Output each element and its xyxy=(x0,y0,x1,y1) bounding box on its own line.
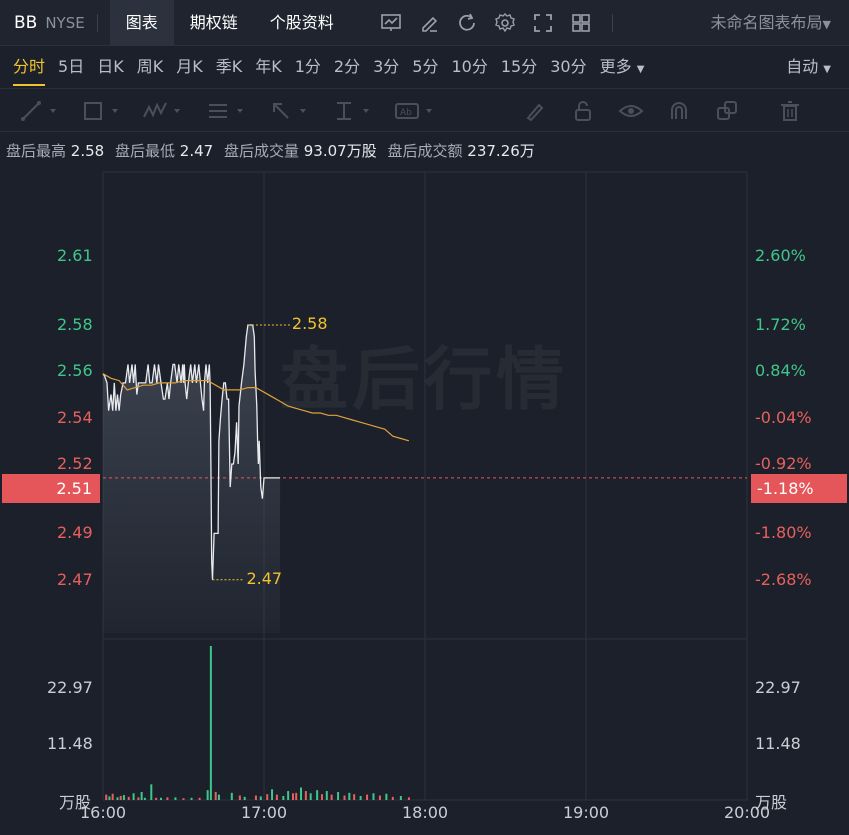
volume-bar xyxy=(359,795,362,800)
volume-bar xyxy=(217,794,220,800)
time-tick: 19:00 xyxy=(563,803,610,822)
price-tick-label: 2.49 xyxy=(57,523,93,543)
volume-tick-left: 11.48 xyxy=(47,734,93,753)
volume-bar xyxy=(150,784,153,800)
price-tick-label: 2.54 xyxy=(57,407,93,427)
volume-bar xyxy=(190,797,193,800)
volume-bar xyxy=(238,795,241,800)
volume-bar xyxy=(243,796,246,800)
volume-bar xyxy=(282,795,285,800)
volume-bar xyxy=(399,795,402,800)
volume-bar xyxy=(174,797,177,800)
volume-bar xyxy=(309,793,312,800)
volume-bar xyxy=(230,792,233,800)
volume-bar xyxy=(182,798,185,800)
percent-tick-label: -0.92% xyxy=(755,453,812,473)
volume-bar xyxy=(275,794,278,800)
volume-bar xyxy=(209,646,212,800)
percent-tick-label: -1.80% xyxy=(755,523,812,543)
volume-bar xyxy=(287,791,290,800)
volume-bar xyxy=(206,790,209,800)
volume-bar xyxy=(198,797,201,800)
current-percent-tag: -1.18% xyxy=(751,474,847,503)
volume-bar xyxy=(166,797,169,800)
time-tick: 16:00 xyxy=(80,803,127,822)
volume-bar xyxy=(159,797,162,800)
volume-tick-left: 22.97 xyxy=(47,678,93,697)
volume-bar xyxy=(391,796,394,800)
volume-bar xyxy=(353,794,356,800)
percent-tick-label: 2.60% xyxy=(755,245,806,265)
volume-bar xyxy=(366,794,369,800)
percent-tick-label: -0.04% xyxy=(755,407,812,427)
price-tick-label: 2.52 xyxy=(57,453,93,473)
percent-tick-label: 1.72% xyxy=(755,315,806,335)
time-tick: 20:00 xyxy=(724,803,771,822)
volume-bar xyxy=(304,791,307,800)
volume-bar xyxy=(385,793,388,800)
volume-bar xyxy=(325,791,328,800)
high-price-annotation: 2.58 xyxy=(291,314,328,334)
volume-bar xyxy=(343,795,346,800)
volume-bar xyxy=(372,793,375,800)
volume-tick-right: 11.48 xyxy=(755,734,801,753)
percent-tick-label: 0.84% xyxy=(755,361,806,381)
price-tick-label: 2.56 xyxy=(57,361,93,381)
volume-bar xyxy=(295,792,298,800)
volume-bar xyxy=(108,796,111,800)
percent-tick-label: -2.68% xyxy=(755,569,812,589)
volume-bar xyxy=(214,791,217,800)
price-tick-label: 2.58 xyxy=(57,315,93,335)
volume-bar xyxy=(271,789,274,800)
current-price-tag: 2.51 xyxy=(2,474,100,503)
volume-bar xyxy=(266,794,269,800)
volume-bar xyxy=(316,790,319,800)
volume-bar xyxy=(337,791,340,800)
volume-bar xyxy=(378,795,381,800)
volume-bar xyxy=(140,791,143,800)
volume-bar xyxy=(348,792,351,800)
volume-bar xyxy=(122,795,125,800)
volume-bar xyxy=(111,793,114,800)
volume-bar xyxy=(291,793,294,800)
volume-bar xyxy=(155,797,158,800)
volume-tick-right: 22.97 xyxy=(755,678,801,697)
volume-bar xyxy=(300,787,303,800)
volume-bar xyxy=(137,797,140,800)
volume-bar xyxy=(143,797,146,800)
volume-bar xyxy=(407,797,410,800)
time-tick: 17:00 xyxy=(241,803,288,822)
volume-bar xyxy=(116,797,119,800)
volume-bar xyxy=(254,795,257,800)
volume-bar xyxy=(105,794,108,800)
watermark: 盘后行情 xyxy=(280,341,569,420)
volume-bar xyxy=(330,794,333,800)
price-tick-label: 2.47 xyxy=(57,569,93,589)
time-tick: 18:00 xyxy=(402,803,449,822)
volume-bar xyxy=(132,793,135,800)
low-price-annotation: 2.47 xyxy=(246,568,283,588)
volume-bar xyxy=(119,795,122,800)
volume-bar xyxy=(320,794,323,800)
volume-bar xyxy=(127,796,130,800)
volume-bar xyxy=(259,796,262,800)
price-tick-label: 2.61 xyxy=(57,245,93,265)
